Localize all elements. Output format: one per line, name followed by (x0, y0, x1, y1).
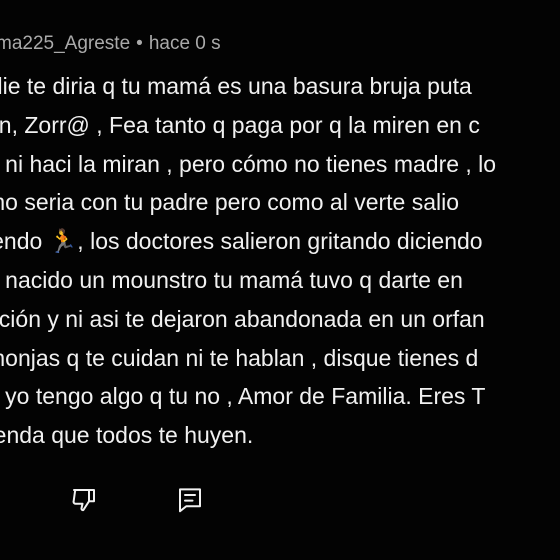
reply-button[interactable] (170, 480, 210, 520)
comment-body: ylie te diria q tu mamá es una basura br… (0, 67, 560, 455)
comment-line: monjas q te cuidan ni te hablan , disque… (0, 344, 479, 371)
thumbs-down-icon (72, 489, 95, 512)
comment-card: ma225_Agreste • hace 0 s ylie te diria q t… (0, 0, 560, 560)
comment-line: mo seria con tu padre pero como al verte… (0, 189, 460, 216)
comment-line: renda que todos te huyen. (0, 422, 254, 449)
header-separator: • (136, 33, 143, 54)
comment-timestamp[interactable]: hace 0 s (149, 33, 221, 54)
comment-line: a nacido un mounstro tu mamá tuvo q dart… (0, 266, 463, 293)
comment-line: iendo 🏃, los doctores salieron gritando … (0, 228, 483, 255)
reply-comment-icon (179, 488, 201, 513)
comment-author[interactable]: ma225_Agreste (0, 33, 130, 54)
comment-line: o ni haci la miran , pero cómo no tienes… (0, 150, 497, 177)
comment-line: oción y ni asi te dejaron abandonada en … (0, 305, 485, 332)
comment-line: o yo tengo algo q tu no , Amor de Famili… (0, 383, 486, 410)
comment-line: an, Zorr@ , Fea tanto q paga por q la mi… (0, 111, 480, 138)
comment-line: ylie te diria q tu mamá es una basura br… (0, 73, 472, 99)
comment-actions (0, 480, 560, 520)
comment-header: ma225_Agreste • hace 0 s (0, 33, 221, 55)
dislike-button[interactable] (64, 480, 104, 520)
